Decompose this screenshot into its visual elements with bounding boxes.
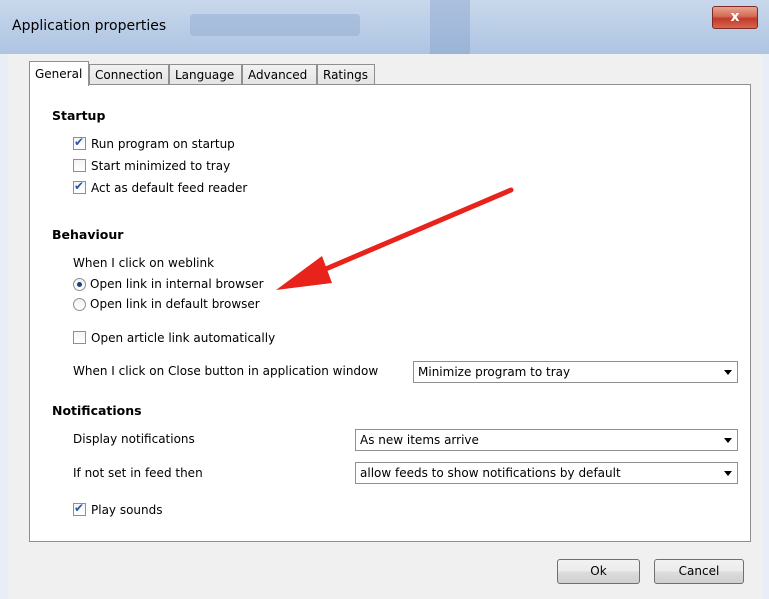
tab-general[interactable]: General — [29, 61, 89, 86]
red-arrow-annotation-icon — [276, 187, 514, 290]
application-properties-window: Application properties x General Connect… — [0, 0, 769, 599]
arrow-shaft — [311, 187, 514, 277]
arrow-head — [276, 256, 332, 290]
